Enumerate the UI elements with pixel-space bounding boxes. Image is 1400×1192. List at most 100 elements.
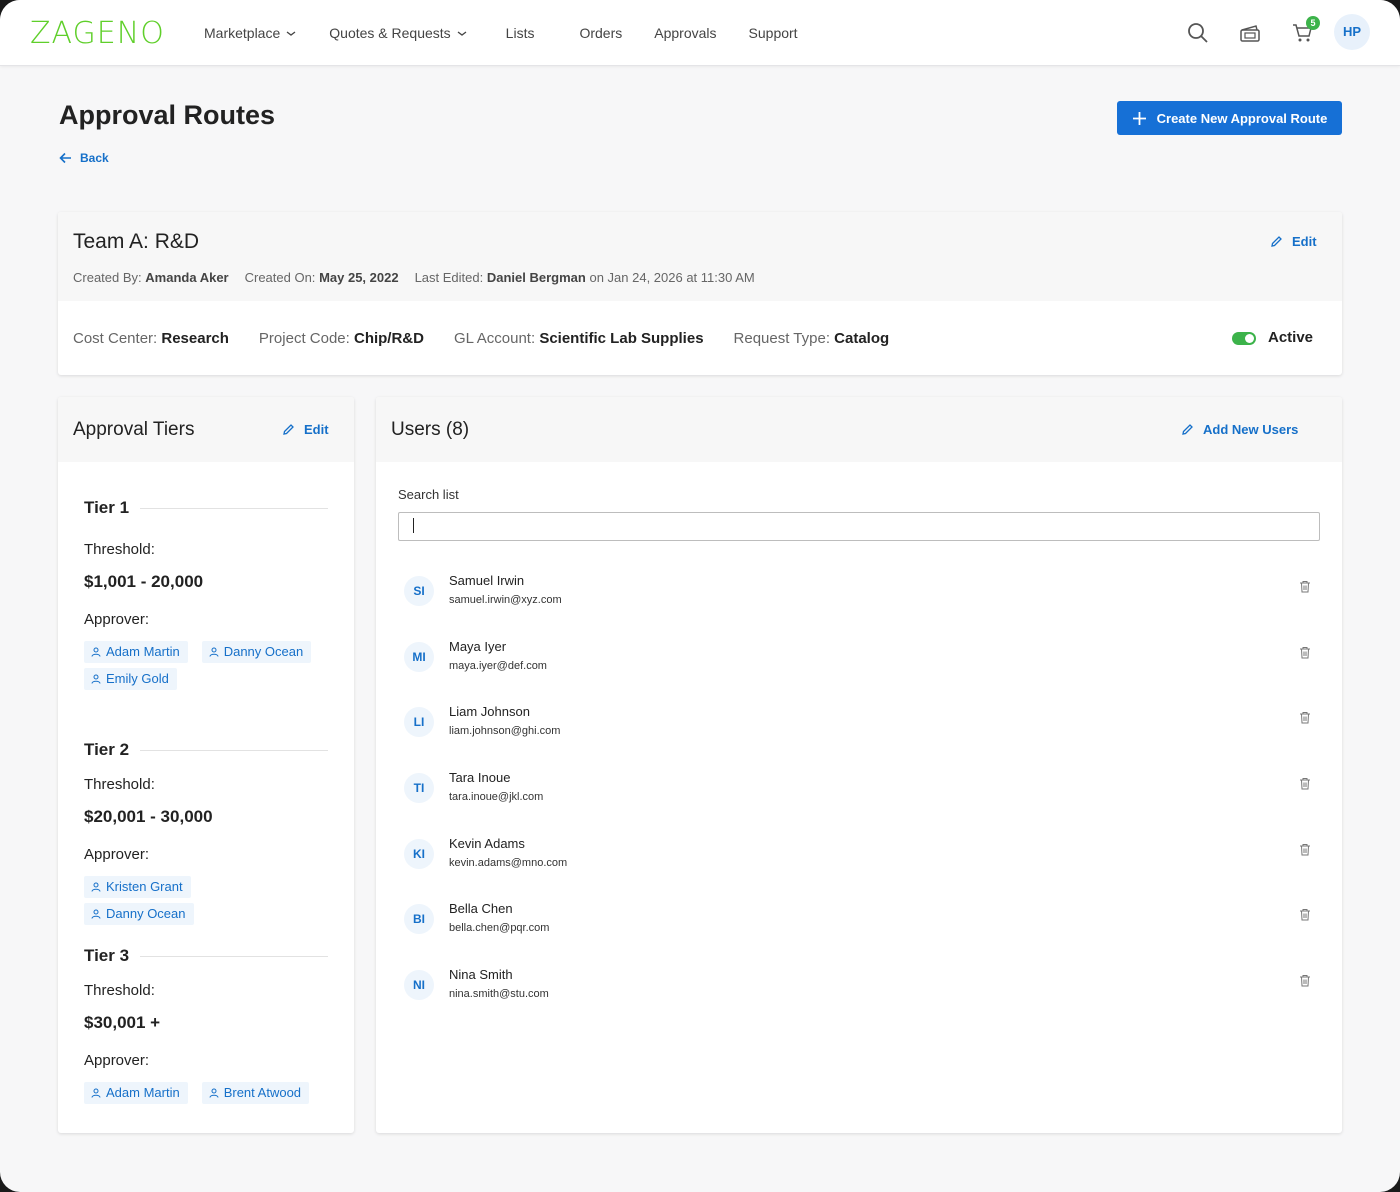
arrow-left-icon (59, 152, 71, 164)
add-users-label: Add New Users (1203, 422, 1299, 437)
user-list-item: TI Tara Inoue tara.inoue@jkl.com (404, 770, 1324, 820)
approver-chip[interactable]: Adam Martin (84, 1082, 188, 1104)
approver-chips: Kristen Grant Danny Ocean (84, 876, 328, 930)
user-email: samuel.irwin@xyz.com (449, 594, 562, 606)
user-icon (209, 1088, 219, 1098)
created-on-value: May 25, 2022 (319, 270, 399, 285)
user-email: maya.iyer@def.com (449, 660, 547, 672)
nav-item-label: Quotes & Requests (329, 25, 451, 41)
user-name: Tara Inoue (449, 770, 511, 785)
threshold-label: Threshold: (84, 982, 155, 999)
chevron-down-icon (286, 31, 296, 36)
threshold-label: Threshold: (84, 541, 155, 558)
user-list-item: KI Kevin Adams kevin.adams@mno.com (404, 836, 1324, 886)
create-approval-route-button[interactable]: Create New Approval Route (1117, 101, 1342, 135)
edit-label: Edit (1292, 234, 1317, 249)
nav-item-approvals[interactable]: Approvals (654, 25, 716, 41)
app-frame: ZAGENO Marketplace Quotes & Requests Lis… (0, 0, 1400, 1192)
threshold-label: Threshold: (84, 776, 155, 793)
user-email: kevin.adams@mno.com (449, 857, 568, 869)
approver-chip[interactable]: Kristen Grant (84, 876, 191, 898)
tier-name: Tier 2 (84, 740, 130, 759)
trash-icon[interactable] (1299, 974, 1311, 987)
route-summary-card: Team A: R&D Edit Created By: Amanda Aker… (58, 212, 1342, 375)
trash-icon[interactable] (1299, 777, 1311, 790)
approver-name: Emily Gold (106, 671, 169, 686)
nav-item-lists[interactable]: Lists (506, 25, 535, 41)
page-title: Approval Routes (59, 100, 276, 130)
approver-name: Adam Martin (106, 1085, 180, 1100)
approval-tiers-title: Approval Tiers (73, 419, 195, 440)
edit-route-button[interactable]: Edit (1270, 234, 1317, 249)
chevron-down-icon (457, 31, 467, 36)
user-name: Maya Iyer (449, 639, 507, 654)
nav-item-label: Approvals (654, 25, 717, 41)
approver-chip[interactable]: Adam Martin (84, 641, 188, 663)
nav-item-label: Support (748, 25, 798, 41)
quotes-icon[interactable] (1239, 22, 1261, 44)
edit-tiers-button[interactable]: Edit (282, 422, 329, 437)
approver-label: Approver: (84, 846, 150, 863)
approver-name: Brent Atwood (223, 1085, 302, 1100)
nav-item-support[interactable]: Support (749, 25, 798, 41)
search-list-input[interactable] (398, 512, 1320, 541)
user-avatar[interactable]: HP (1334, 14, 1370, 50)
nav-item-marketplace[interactable]: Marketplace (204, 25, 296, 41)
project-code-label: Project Code: (258, 330, 350, 347)
user-email: nina.smith@stu.com (449, 988, 549, 1000)
approver-chips: Adam Martin Brent Atwood (84, 1082, 328, 1109)
tier-divider (140, 750, 328, 751)
pencil-icon (1182, 424, 1193, 435)
approver-label: Approver: (84, 1052, 150, 1069)
trash-icon[interactable] (1299, 843, 1311, 856)
approver-chip[interactable]: Danny Ocean (201, 641, 312, 663)
active-status-label: Active (1268, 329, 1314, 346)
project-code-value: Chip/R&D (353, 330, 424, 347)
approver-chip[interactable]: Brent Atwood (201, 1082, 310, 1104)
nav-item-orders[interactable]: Orders (579, 25, 622, 41)
trash-icon[interactable] (1299, 646, 1311, 659)
active-toggle[interactable] (1232, 332, 1256, 345)
text-cursor (413, 518, 414, 533)
approver-chip[interactable]: Emily Gold (84, 668, 177, 690)
user-avatar: NI (404, 970, 434, 1000)
created-on-label: Created On: (244, 270, 316, 285)
cost-center-value: Research (161, 330, 229, 347)
zageno-logo[interactable]: ZAGENO (30, 16, 165, 51)
approver-name: Kristen Grant (106, 879, 183, 894)
approver-name: Danny Ocean (223, 644, 304, 659)
main-nav: Marketplace Quotes & Requests Lists Orde… (204, 0, 798, 66)
trash-icon[interactable] (1299, 908, 1311, 921)
edit-label: Edit (304, 422, 329, 437)
trash-icon[interactable] (1299, 711, 1311, 724)
users-title: Users (8) (391, 419, 470, 440)
nav-item-label: Orders (579, 25, 623, 41)
search-icon[interactable] (1187, 22, 1209, 44)
gl-account-label: GL Account: (453, 330, 536, 347)
route-summary-header (58, 212, 1342, 301)
user-icon (91, 882, 101, 892)
pencil-icon (1271, 236, 1282, 247)
user-icon (91, 909, 101, 919)
user-icon (91, 674, 101, 684)
approver-chip[interactable]: Danny Ocean (84, 903, 194, 925)
approver-label: Approver: (84, 611, 150, 628)
route-attributes: Cost Center: Research Project Code: Chip… (73, 330, 889, 347)
approver-name: Danny Ocean (106, 906, 186, 921)
nav-item-label: Lists (505, 25, 535, 41)
user-name: Bella Chen (449, 901, 513, 916)
user-name: Liam Johnson (449, 704, 530, 719)
user-avatar: MI (404, 642, 434, 672)
request-type-value: Catalog (834, 330, 890, 347)
back-link[interactable]: Back (59, 151, 109, 165)
tier-divider (140, 956, 328, 957)
last-edited-by-value: Daniel Bergman (486, 270, 586, 285)
nav-item-label: Marketplace (204, 25, 281, 41)
user-name: Samuel Irwin (449, 573, 525, 588)
nav-item-quotes-requests[interactable]: Quotes & Requests (329, 25, 467, 41)
user-list-item: SI Samuel Irwin samuel.irwin@xyz.com (404, 573, 1324, 623)
request-type-label: Request Type: (733, 330, 830, 347)
trash-icon[interactable] (1299, 580, 1311, 593)
add-new-users-button[interactable]: Add New Users (1181, 422, 1298, 437)
user-name: Nina Smith (449, 967, 513, 982)
